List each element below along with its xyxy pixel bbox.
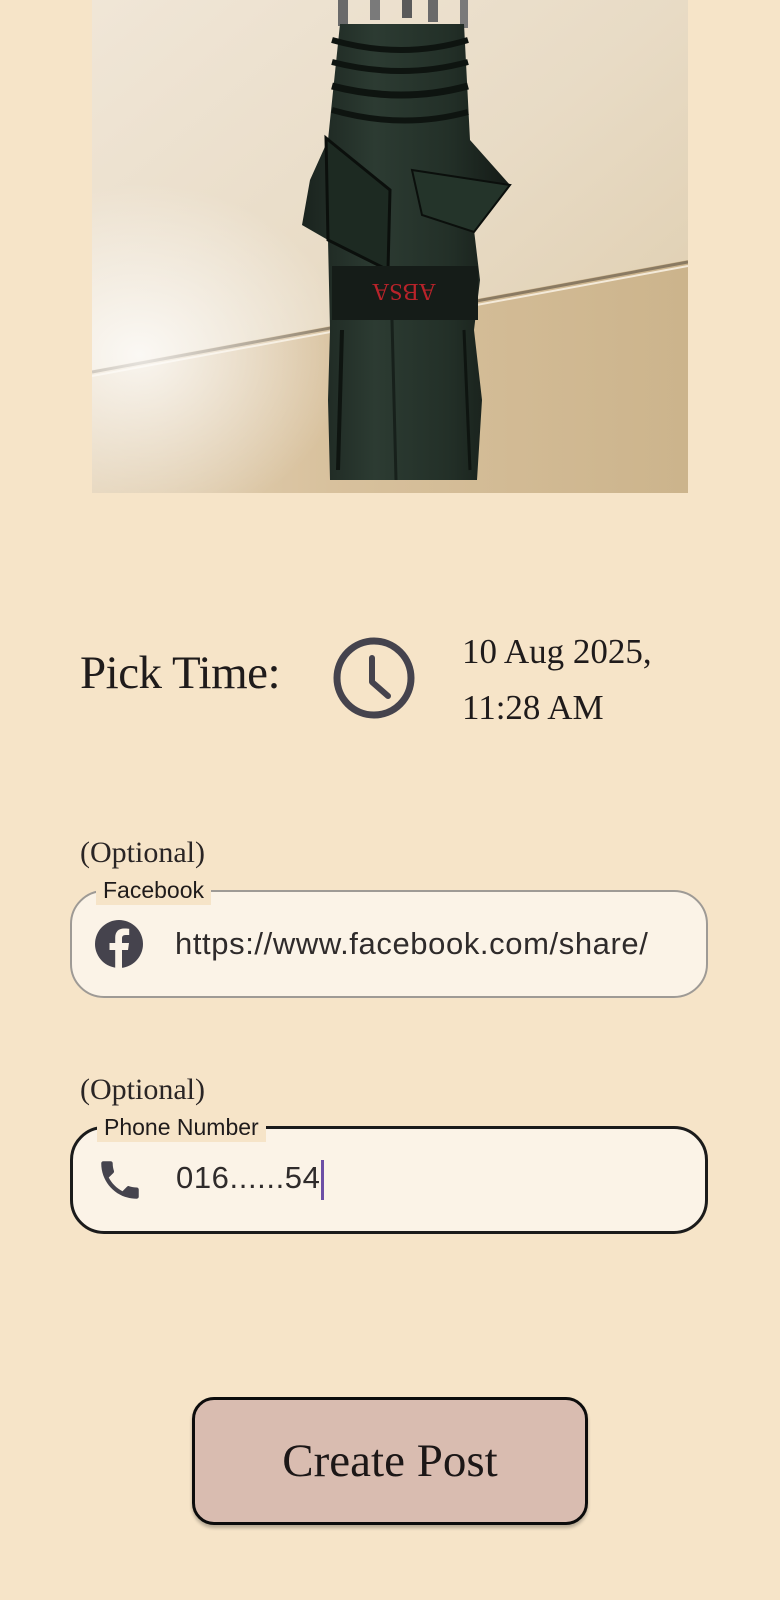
selected-date: 10 Aug 2025, <box>462 632 652 671</box>
text-cursor <box>321 1160 325 1200</box>
selected-time: 11:28 AM <box>462 688 604 727</box>
facebook-field-label: Facebook <box>96 875 212 905</box>
facebook-input[interactable]: https://www.facebook.com/share/ <box>175 926 686 962</box>
umbrella-photo-image: ABSA <box>92 0 688 493</box>
phone-number-input[interactable]: 016......54 <box>176 1160 320 1195</box>
facebook-optional-label: (Optional) <box>80 836 205 869</box>
pick-time-label: Pick Time: <box>80 647 281 699</box>
item-photo[interactable]: ABSA <box>92 0 688 493</box>
selected-datetime[interactable]: 10 Aug 2025, 11:28 AM <box>462 624 722 736</box>
phone-number-field[interactable]: Phone Number 016......54 <box>70 1112 708 1234</box>
phone-optional-label: (Optional) <box>80 1073 205 1106</box>
phone-number-input-wrapper[interactable]: 016......54 <box>176 1160 685 1200</box>
create-post-button[interactable]: Create Post <box>192 1397 588 1525</box>
strap-brand-text: ABSA <box>371 278 436 304</box>
phone-icon <box>95 1155 145 1205</box>
facebook-field[interactable]: Facebook https://www.facebook.com/share/ <box>70 875 708 998</box>
facebook-icon <box>94 919 144 969</box>
clock-icon[interactable] <box>332 636 416 720</box>
phone-number-field-label: Phone Number <box>97 1112 266 1142</box>
